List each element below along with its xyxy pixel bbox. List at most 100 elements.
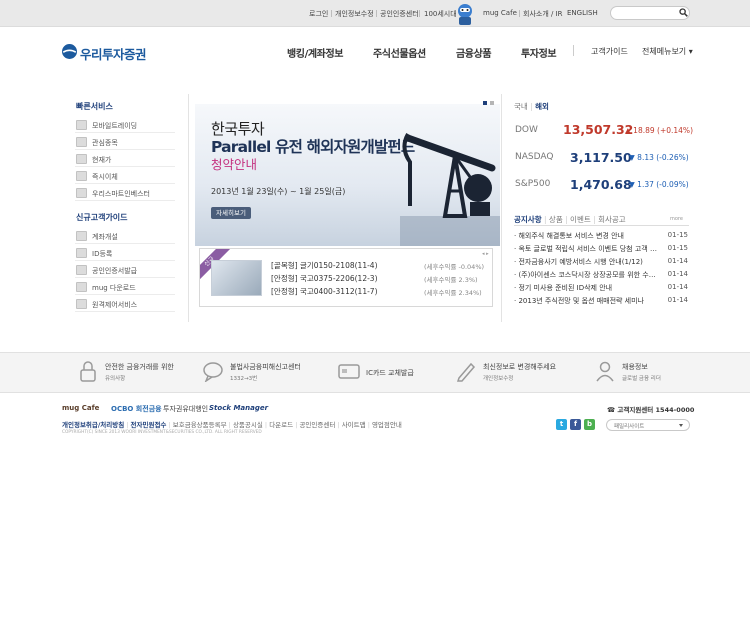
quick-item-mobile-trading[interactable]: 모바일트레이딩 [75,118,175,133]
notice-row[interactable]: · (주)아이센스 코스닥시장 상장공모를 위한 수요예측 01-14 [514,270,690,282]
tab-products[interactable]: 상품 [549,215,563,224]
banner-indicator[interactable] [490,101,494,105]
certificate-center-link[interactable]: 공인인증센터 [380,9,419,19]
search-icon[interactable] [679,8,688,17]
divider [331,10,332,17]
notice-row[interactable]: · 전자금융사기 예방서비스 시행 안내(1/12) 01-14 [514,257,690,269]
facebook-icon[interactable]: f [570,419,581,430]
tab-domestic[interactable]: 국내 [514,102,528,111]
quick-item-label: 모바일트레이딩 [92,122,138,130]
quick-item-label: 즉시이체 [92,173,118,181]
blog-icon[interactable]: b [584,419,595,430]
ocbo-logo[interactable]: OCBO 회전금융 [111,404,162,414]
guide-item-remote-support[interactable]: 원격제어서비스 [75,297,175,312]
fund-return: (세후수익률 2.3%) [424,276,478,284]
footer-link-download[interactable]: 다운로드 [269,421,293,429]
edit-profile-link[interactable]: 개인정보수정 [335,9,374,19]
speech-bubble-icon [203,362,223,382]
mug-cafe-logo[interactable]: mug Cafe [62,404,99,412]
twitter-icon[interactable]: t [556,419,567,430]
card-icon [338,364,360,379]
footer-link-certificate[interactable]: 공인인증센터 [299,421,335,429]
mobile-icon [76,120,87,130]
strip-title: IC카드 교체발급 [366,369,414,377]
nav-customer-guide[interactable]: 고객가이드 [591,46,628,57]
index-name-sp500: S&P500 [515,179,551,189]
strip-title: 최신정보로 변경해주세요 [483,363,557,371]
notice-title: · 해외주식 해결통보 서비스 변경 안내 [514,232,624,240]
company-ir-link[interactable]: 회사소개 / IR [523,9,563,19]
document-icon [76,231,87,241]
nav-all-menu[interactable]: 전체메뉴보기 ▾ [642,46,693,57]
notice-row[interactable]: · 2013년 주식전망 및 옵션 매매전략 세미나 01-14 [514,296,690,308]
guide-item-certificate[interactable]: 공인인증서발급 [75,263,175,278]
notice-row[interactable]: · 옥토 글로벌 적립식 서비스 이벤트 당첨 고객 안내 01-15 [514,244,690,256]
nav-stocks-futures[interactable]: 주식선물옵션 [373,45,426,60]
guide-item-id-register[interactable]: ID등록 [75,246,175,261]
footer-link-disclosure[interactable]: 상품공시실 [233,421,263,429]
footer-link-complaints[interactable]: 전자민원접수 [131,421,167,429]
banner-title-line3: 청약안내 [211,157,258,172]
oil-pump-illustration [400,133,500,246]
logo-mark-icon [62,44,77,59]
mascot-icon[interactable] [452,2,478,26]
guide-item-open-account[interactable]: 계좌개설 [75,229,175,244]
quick-services-title: 빠른서비스 [76,102,113,111]
guide-item-mug-download[interactable]: mug 다운로드 [75,280,175,295]
arrow-up-icon: ▲ [625,126,631,135]
notice-row[interactable]: · 정기 미사용 준비된 ID삭제 안내 01-14 [514,283,690,295]
index-name-dow: DOW [515,125,538,135]
quick-item-quote[interactable]: 현재가 [75,152,175,167]
fund-return: (세후수익률 2.34%) [424,289,482,297]
index-change-text: 1.37 (-0.09%) [637,180,689,189]
footer-link-privacy[interactable]: 개인정보취급/처리방침 [62,421,124,429]
footer-link-protected-products[interactable]: 보호금융상품등록부 [173,421,227,429]
tab-notice[interactable]: 공지사항 [514,215,542,224]
banner-detail-button[interactable]: 자세히보기 [211,207,251,219]
login-link[interactable]: 로그인 [309,9,328,19]
strip-title: 안전한 금융거래를 위한 [105,363,174,371]
strip-title: 채용정보 [622,363,648,371]
family-site-label: 패밀리사이트 [614,424,645,430]
notice-date: 01-14 [667,270,688,278]
footer-link-branches[interactable]: 영업점안내 [372,421,402,429]
guide-item-label: ID등록 [92,250,113,258]
notice-more-link[interactable]: more [670,216,683,222]
quick-item-transfer[interactable]: 즉시이체 [75,169,175,184]
tab-company-announcements[interactable]: 회사공고 [598,215,626,224]
notice-row[interactable]: · 해외주식 해결통보 서비스 변경 안내 01-15 [514,231,690,243]
mug-cafe-link[interactable]: mug Cafe [483,9,517,17]
nav-banking[interactable]: 뱅킹/계좌정보 [287,45,343,60]
quick-services-panel: 빠른서비스 모바일트레이딩 관심종목 현재가 즉시이체 우리스마트인베스터 신규… [62,94,189,322]
family-site-select[interactable]: 패밀리사이트 [606,419,690,431]
fund-name[interactable]: [골목형] 글기0150-2108(11-4) [271,260,378,271]
fund-name[interactable]: [안정형] 국고0375-2206(12-3) [271,273,378,284]
index-change-dow: ▲ 18.89 (+0.14%) [625,126,693,135]
english-link[interactable]: ENGLISH [567,9,598,17]
tab-events[interactable]: 이벤트 [570,215,591,224]
nav-investment-info[interactable]: 투자정보 [521,45,557,60]
copyright: COPYRIGHT(C) SINCE 2013 WOORI INVESTMENT… [62,430,262,435]
notice-title: · 2013년 주식전망 및 옵션 매매전략 세미나 [514,297,644,305]
index-change-text: 18.89 (+0.14%) [633,126,693,135]
quick-item-watchlist[interactable]: 관심종목 [75,135,175,150]
agent-link[interactable]: 투자권유대행인 [163,404,208,414]
divider [376,10,377,17]
fund-name[interactable]: [안정형] 국고0400-3112(11-7) [271,286,378,297]
quick-item-smart-investor[interactable]: 우리스마트인베스터 [75,186,175,201]
index-change-text: 8.13 (-0.26%) [637,153,689,162]
banner-indicator-active[interactable] [483,101,487,105]
quick-item-label: 관심종목 [92,139,118,147]
nav-financial-products[interactable]: 금융상품 [456,45,492,60]
tab-overseas[interactable]: 해외 [535,102,549,111]
new-customer-guide-title: 신규고객가이드 [76,213,128,222]
main-banner[interactable]: 한국투자 Parallel 유전 해외자원개발펀드 청약안내 2013년 1월 … [195,104,500,246]
stock-manager-logo[interactable]: Stock Manager [209,404,268,412]
footer-link-sitemap[interactable]: 사이트맵 [342,421,366,429]
caret-down-icon: ▾ [688,47,693,56]
remote-icon [76,299,87,309]
all-menu-label: 전체메뉴보기 [642,47,687,56]
search-input[interactable] [610,6,690,20]
fund-nav-arrows-icon[interactable]: ◂ ▸ [482,251,489,257]
chevron-down-icon [679,424,683,427]
